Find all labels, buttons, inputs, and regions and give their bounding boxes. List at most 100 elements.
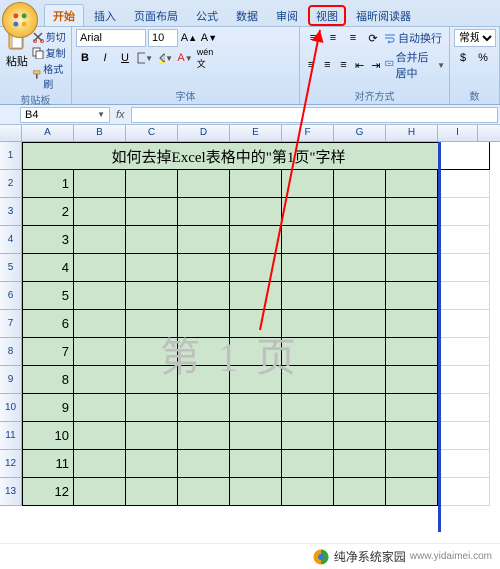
cell[interactable] — [386, 254, 438, 282]
font-size-select[interactable] — [148, 29, 178, 47]
cell[interactable] — [386, 282, 438, 310]
col-header[interactable]: D — [178, 125, 230, 141]
cell[interactable] — [230, 170, 282, 198]
cell[interactable] — [178, 366, 230, 394]
col-header[interactable]: A — [22, 125, 74, 141]
cell[interactable]: 12 — [22, 478, 74, 506]
cell[interactable] — [282, 366, 334, 394]
cell[interactable] — [334, 198, 386, 226]
cell[interactable] — [74, 338, 126, 366]
cell[interactable] — [126, 226, 178, 254]
cut-button[interactable]: 剪切 — [32, 29, 67, 44]
currency-button[interactable]: $ — [454, 49, 472, 67]
cell[interactable] — [334, 170, 386, 198]
indent-inc-button[interactable]: ⇥ — [369, 56, 383, 74]
office-button[interactable] — [2, 2, 38, 38]
cell[interactable] — [282, 338, 334, 366]
name-box[interactable]: B4▼ — [20, 107, 110, 123]
tab-foxitreader[interactable]: 福昕阅读器 — [348, 5, 419, 26]
row-header[interactable]: 2 — [0, 170, 22, 198]
cell[interactable] — [438, 142, 490, 170]
col-header[interactable]: H — [386, 125, 438, 141]
cell[interactable]: 8 — [22, 366, 74, 394]
cell[interactable] — [126, 450, 178, 478]
cell[interactable] — [334, 394, 386, 422]
cell[interactable] — [230, 394, 282, 422]
tab-review[interactable]: 审阅 — [268, 5, 306, 26]
cell[interactable]: 5 — [22, 282, 74, 310]
cell[interactable] — [178, 478, 230, 506]
cell[interactable]: 2 — [22, 198, 74, 226]
cell[interactable] — [438, 338, 490, 366]
cell[interactable] — [74, 254, 126, 282]
tab-view[interactable]: 视图 — [308, 5, 346, 26]
cell[interactable]: 6 — [22, 310, 74, 338]
row-header[interactable]: 1 — [0, 142, 22, 170]
orientation-button[interactable]: ⟳ — [364, 29, 382, 47]
cell[interactable] — [438, 198, 490, 226]
cell[interactable] — [386, 198, 438, 226]
cell[interactable] — [126, 338, 178, 366]
font-name-select[interactable] — [76, 29, 146, 47]
tab-home[interactable]: 开始 — [44, 4, 84, 26]
cell[interactable] — [74, 394, 126, 422]
formula-input[interactable] — [131, 107, 498, 123]
cell[interactable] — [386, 394, 438, 422]
indent-dec-button[interactable]: ⇤ — [353, 56, 367, 74]
cell[interactable] — [438, 226, 490, 254]
cell[interactable] — [178, 394, 230, 422]
cell[interactable] — [334, 478, 386, 506]
cell[interactable]: 1 — [22, 170, 74, 198]
cell[interactable] — [438, 170, 490, 198]
phonetic-button[interactable]: wén文 — [196, 49, 214, 67]
cell[interactable] — [386, 450, 438, 478]
row-header[interactable]: 5 — [0, 254, 22, 282]
row-header[interactable]: 9 — [0, 366, 22, 394]
cell[interactable] — [438, 478, 490, 506]
cell[interactable] — [230, 226, 282, 254]
cell[interactable] — [178, 254, 230, 282]
cell[interactable] — [74, 366, 126, 394]
cell[interactable] — [230, 478, 282, 506]
cell[interactable] — [126, 170, 178, 198]
percent-button[interactable]: % — [474, 49, 492, 67]
cell[interactable] — [438, 366, 490, 394]
italic-button[interactable]: I — [96, 49, 114, 67]
copy-button[interactable]: 复制 — [32, 45, 67, 60]
cell[interactable] — [178, 170, 230, 198]
cell[interactable] — [230, 450, 282, 478]
cell[interactable] — [334, 254, 386, 282]
cell[interactable] — [438, 310, 490, 338]
fill-color-button[interactable]: ▼ — [156, 49, 174, 67]
cell[interactable] — [282, 450, 334, 478]
col-header[interactable]: C — [126, 125, 178, 141]
tab-insert[interactable]: 插入 — [86, 5, 124, 26]
cell[interactable] — [230, 422, 282, 450]
cell[interactable] — [282, 478, 334, 506]
cell[interactable] — [74, 310, 126, 338]
wrap-button[interactable]: 自动换行 — [384, 30, 442, 46]
cell[interactable] — [126, 198, 178, 226]
cell[interactable] — [178, 338, 230, 366]
cell[interactable] — [282, 422, 334, 450]
cell[interactable] — [386, 170, 438, 198]
row-header[interactable]: 4 — [0, 226, 22, 254]
cell[interactable] — [178, 198, 230, 226]
tab-layout[interactable]: 页面布局 — [126, 5, 186, 26]
cell[interactable] — [386, 366, 438, 394]
cell[interactable] — [282, 310, 334, 338]
cell[interactable] — [126, 366, 178, 394]
align-right-button[interactable]: ≡ — [336, 56, 350, 74]
cell[interactable] — [74, 478, 126, 506]
cell[interactable] — [334, 310, 386, 338]
row-header[interactable]: 8 — [0, 338, 22, 366]
col-header[interactable]: E — [230, 125, 282, 141]
cell[interactable] — [334, 282, 386, 310]
col-header[interactable]: G — [334, 125, 386, 141]
cell[interactable] — [230, 254, 282, 282]
cell[interactable] — [334, 366, 386, 394]
row-header[interactable]: 10 — [0, 394, 22, 422]
font-color-button[interactable]: A▼ — [176, 49, 194, 67]
cell[interactable] — [334, 450, 386, 478]
cell[interactable] — [334, 338, 386, 366]
